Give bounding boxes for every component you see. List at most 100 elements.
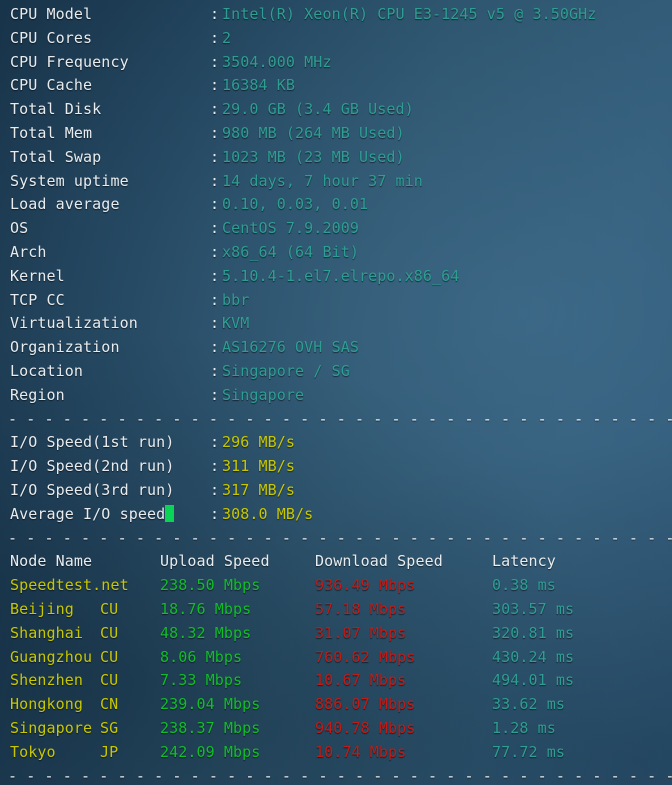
info-value: 0.10, 0.03, 0.01	[222, 195, 369, 214]
node-cell: Hongkong CN	[10, 693, 160, 717]
terminal-screen: CPU Model: Intel(R) Xeon(R) CPU E3-1245 v…	[0, 0, 672, 785]
latency: 1.28 ms	[492, 718, 556, 737]
upload-speed: 8.06 Mbps	[160, 647, 243, 666]
table-row: Singapore SG 238.37 Mbps 940.78 Mbps 1.28 ms	[0, 717, 672, 741]
node-cell: Shenzhen CU	[10, 669, 160, 693]
info-label: Load average	[10, 195, 120, 214]
info-row: TCP CC: bbr	[0, 289, 672, 313]
info-label: CPU Model	[10, 5, 93, 23]
table-row: Hongkong CN 239.04 Mbps 886.07 Mbps 33.62 ms	[0, 693, 672, 717]
table-row: Guangzhou CU 8.06 Mbps 760.62 Mbps 430.24 ms	[0, 646, 672, 670]
info-row: CPU Cores:2	[0, 27, 672, 51]
info-colon: :	[210, 100, 220, 119]
info-colon: :	[210, 314, 220, 333]
io-speed-value: 296 MB/s	[222, 433, 296, 452]
info-row: Virtualization: KVM	[0, 312, 672, 336]
speedtest-table: Node Name Upload Speed Download Speed La…	[0, 550, 672, 764]
info-label: Arch	[10, 242, 47, 261]
node-country-code: JP	[100, 742, 119, 761]
info-label: CPU Cores	[10, 28, 93, 47]
info-value: Singapore / SG	[222, 361, 350, 380]
info-colon: :	[210, 123, 220, 142]
download-speed: 10.67 Mbps	[315, 671, 407, 690]
info-value: AS16276 OVH SAS	[222, 338, 359, 357]
info-colon: :	[210, 266, 220, 285]
info-colon: :	[210, 171, 220, 190]
header-node-name-label: Node Name	[10, 552, 93, 571]
node-name: Beijing	[10, 599, 74, 618]
info-colon: :	[210, 385, 220, 404]
node-cell: Beijing CU	[10, 598, 160, 622]
table-row: Shenzhen CU 7.33 Mbps 10.67 Mbps 494.01 ms	[0, 669, 672, 693]
io-colon: :	[210, 433, 220, 452]
io-speed-label: I/O Speed(3rd run)	[10, 479, 210, 503]
info-row: CPU Cache:16384 KB	[0, 74, 672, 98]
upload-speed: 48.32 Mbps	[160, 623, 252, 642]
node-cell: Tokyo JP	[10, 741, 160, 765]
info-row: Load average:0.10, 0.03, 0.01	[0, 193, 672, 217]
io-speed-label-text: I/O Speed(3rd run)	[10, 480, 175, 499]
download-speed: 886.07 Mbps	[315, 695, 416, 714]
info-value: x86_64 (64 Bit)	[222, 242, 359, 261]
info-row: Total Mem:980 MB (264 MB Used)	[0, 122, 672, 146]
node-cell: Guangzhou CU	[10, 646, 160, 670]
info-value: CentOS 7.9.2009	[222, 219, 359, 238]
node-country-code: CU	[100, 599, 119, 618]
info-label: Virtualization	[10, 314, 138, 333]
node-country-code: CU	[100, 623, 119, 642]
latency: 303.57 ms	[492, 599, 575, 618]
info-colon: :	[210, 338, 220, 357]
info-label: CPU Cache	[10, 76, 93, 95]
header-node-name: Node Name	[10, 550, 160, 574]
upload-speed: 238.50 Mbps	[160, 576, 261, 595]
node-country-code: CU	[100, 647, 119, 666]
info-value: bbr	[222, 290, 250, 309]
node-cell: Speedtest.net	[10, 574, 160, 598]
io-speed-label-text: Average I/O speed	[10, 504, 166, 523]
io-speed-row: I/O Speed(2nd run):311 MB/s	[0, 455, 672, 479]
info-row: Arch: x86_64 (64 Bit)	[0, 241, 672, 265]
info-label: System uptime	[10, 171, 129, 190]
info-label: TCP CC	[10, 290, 65, 309]
header-latency: Latency	[492, 552, 556, 571]
info-value: 1023 MB (23 MB Used)	[222, 147, 405, 166]
info-row: Location: Singapore / SG	[0, 360, 672, 384]
io-speed-label: I/O Speed(2nd run)	[10, 455, 210, 479]
info-colon: :	[210, 52, 220, 71]
info-label: Total Mem	[10, 123, 93, 142]
io-speed-label: I/O Speed(1st run)	[10, 431, 210, 455]
upload-speed: 7.33 Mbps	[160, 671, 243, 690]
table-row: Tokyo JP 242.09 Mbps 10.74 Mbps 77.72 ms	[0, 741, 672, 765]
info-row: System uptime:14 days, 7 hour 37 min	[0, 170, 672, 194]
info-colon: :	[210, 76, 220, 95]
io-speed-row: I/O Speed(3rd run):317 MB/s	[0, 479, 672, 503]
info-colon: :	[210, 290, 220, 309]
latency: 77.72 ms	[492, 742, 566, 761]
info-colon: :	[210, 219, 220, 238]
info-value: Singapore	[222, 385, 305, 404]
io-speed-value: 317 MB/s	[222, 480, 296, 499]
header-upload-speed: Upload Speed	[160, 552, 270, 571]
node-name: Shenzhen	[10, 671, 84, 690]
io-speed-row: Average I/O speed:308.0 MB/s	[0, 503, 672, 527]
info-label: Total Swap	[10, 147, 102, 166]
node-name: Tokyo	[10, 742, 56, 761]
node-name: Guangzhou	[10, 647, 93, 666]
info-row: OS: CentOS 7.9.2009	[0, 217, 672, 241]
info-row: Organization: AS16276 OVH SAS	[0, 336, 672, 360]
table-row: Shanghai CU 48.32 Mbps 31.07 Mbps 320.81 ms	[0, 622, 672, 646]
node-cell: Shanghai CU	[10, 622, 160, 646]
latency: 0.38 ms	[492, 576, 556, 595]
upload-speed: 239.04 Mbps	[160, 695, 261, 714]
download-speed: 760.62 Mbps	[315, 647, 416, 666]
info-label: Organization	[10, 338, 120, 357]
node-name: Hongkong	[10, 695, 84, 714]
download-speed: 936.49 Mbps	[315, 576, 416, 595]
io-speed-label-text: I/O Speed(2nd run)	[10, 457, 175, 476]
info-value: 980 MB (264 MB Used)	[222, 123, 405, 142]
io-speed-value: 308.0 MB/s	[222, 504, 314, 523]
info-label: Total Disk	[10, 100, 102, 119]
io-speed-label-text: I/O Speed(1st run)	[10, 433, 175, 452]
info-value: KVM	[222, 314, 250, 333]
upload-speed: 242.09 Mbps	[160, 742, 261, 761]
